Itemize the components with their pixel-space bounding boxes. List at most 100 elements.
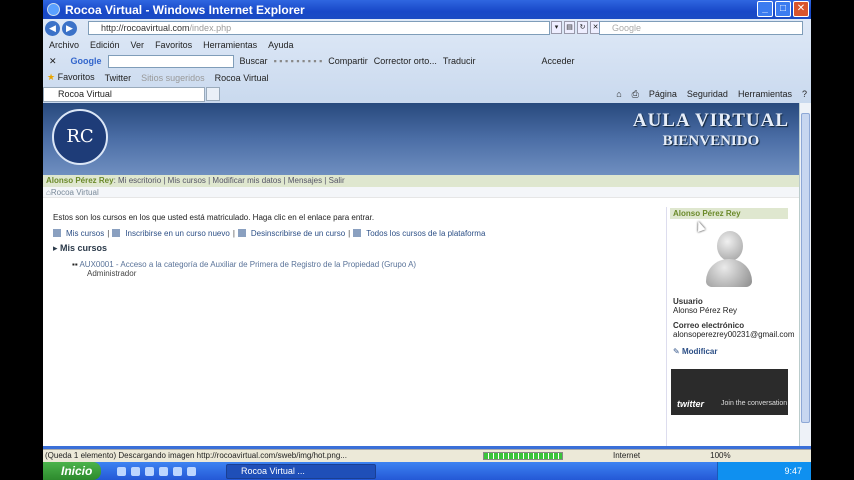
tab-rocoa-virtual[interactable]: Rocoa Virtual (43, 86, 205, 102)
menu-herramientas[interactable]: Herramientas (203, 38, 257, 52)
address-input[interactable]: http://rocoavirtual.com/index.php (88, 21, 550, 35)
course-links: Mis cursos | Inscribirse en un curso nuev… (53, 229, 485, 238)
link-mis-cursos[interactable]: Mis cursos (66, 229, 104, 238)
course-link[interactable]: AUX0001 - Acceso a la categoría de Auxil… (79, 260, 416, 269)
page-content: RC AULA VIRTUAL BIENVENIDO Alonso Pérez … (43, 103, 799, 446)
menu-archivo[interactable]: Archivo (49, 38, 79, 52)
right-margin (811, 0, 854, 480)
site-banner: RC AULA VIRTUAL BIENVENIDO (43, 103, 799, 175)
quick-launch-icon[interactable] (159, 466, 168, 476)
print-icon[interactable]: ⎙ (632, 86, 639, 102)
profile-block: Alonso Pérez Rey Usuario Alonso Pérez Re… (670, 208, 795, 356)
zoom-level[interactable]: 100% (710, 450, 730, 462)
start-button[interactable]: Inicio (43, 462, 101, 480)
cmd-herramientas[interactable]: Herramientas (738, 86, 792, 102)
user-label: Usuario (673, 297, 703, 306)
google-acceder-button[interactable]: Acceder (542, 56, 575, 66)
forward-button[interactable]: ▶ (62, 20, 77, 36)
breadcrumb-link[interactable]: Rocoa Virtual (51, 188, 99, 197)
browser-chrome: ◀ ▶ http://rocoavirtual.com/index.php ▾ … (43, 19, 811, 103)
banner-title: AULA VIRTUAL BIENVENIDO (633, 111, 789, 151)
window-titlebar: Rocoa Virtual - Windows Internet Explore… (43, 0, 811, 19)
taskbar-item-rocoa[interactable]: Rocoa Virtual ... (226, 463, 376, 479)
url-host: http://rocoavirtual.com (101, 23, 190, 33)
google-logo: Google (70, 56, 102, 66)
google-search-input[interactable] (107, 54, 234, 68)
home-icon[interactable]: ⌂ (616, 86, 621, 102)
close-toolbar-icon[interactable]: ✕ (49, 56, 57, 67)
quick-launch-icon[interactable] (187, 466, 196, 476)
site-logo: RC (52, 109, 108, 165)
email-value: alonsoperezrey00231@gmail.com (673, 330, 795, 339)
link-desinscribirse[interactable]: Desinscribirse de un curso (251, 229, 345, 238)
section-title: Mis cursos (60, 243, 108, 253)
menu-bar: Archivo Edición Ver Favoritos Herramient… (43, 38, 811, 52)
back-button[interactable]: ◀ (45, 20, 60, 36)
twitter-widget[interactable]: twitter Join the conversation (671, 369, 788, 415)
minimize-button[interactable]: _ (757, 1, 773, 17)
quick-launch-icon[interactable] (131, 466, 140, 476)
all-courses-icon (353, 229, 362, 237)
favoritos-button[interactable]: ★ Favoritos (47, 72, 95, 83)
dropdown-icon[interactable]: ▾ (551, 21, 562, 34)
cmd-seguridad[interactable]: Seguridad (687, 86, 728, 102)
close-button[interactable]: ✕ (793, 1, 809, 17)
compat-icon[interactable]: ▤ (564, 21, 575, 34)
menu-ver[interactable]: Ver (131, 38, 145, 52)
user-nav-links[interactable]: : Mi escritorio | Mis cursos | Modificar… (114, 176, 345, 185)
triangle-icon: ▸ (53, 243, 61, 253)
quick-launch (117, 466, 196, 476)
link-todos-cursos[interactable]: Todos los cursos de la plataforma (366, 229, 485, 238)
help-icon[interactable]: ? (802, 86, 807, 102)
avatar-head-icon (717, 231, 743, 261)
quick-launch-icon[interactable] (117, 466, 126, 476)
menu-ayuda[interactable]: Ayuda (268, 38, 293, 52)
avatar-body-icon (706, 259, 752, 287)
course-role: Administrador (87, 269, 137, 278)
maximize-button[interactable]: □ (775, 1, 791, 17)
scrollbar-thumb[interactable] (801, 113, 810, 423)
refresh-icon[interactable]: ↻ (577, 21, 588, 34)
link-inscribirse[interactable]: Inscribirse en un curso nuevo (125, 229, 230, 238)
modify-link[interactable]: ✎ Modificar (670, 347, 788, 356)
google-corrector-button[interactable]: Corrector orto... (374, 56, 437, 66)
address-row: ◀ ▶ http://rocoavirtual.com/index.php ▾ … (43, 19, 811, 37)
fav-twitter-link[interactable]: Twitter (105, 73, 132, 83)
vertical-scrollbar[interactable] (799, 103, 811, 446)
profile-fields: Usuario Alonso Pérez Rey Correo electrón… (670, 297, 795, 339)
user-value: Alonso Pérez Rey (673, 306, 738, 315)
menu-edicion[interactable]: Edición (90, 38, 120, 52)
new-tab-button[interactable] (206, 87, 220, 101)
google-compartir-button[interactable]: Compartir (328, 56, 368, 66)
search-input[interactable]: Google (599, 21, 803, 35)
courses-icon (53, 229, 61, 237)
progress-bar (483, 452, 563, 460)
intro-text: Estos son los cursos en los que usted es… (53, 213, 375, 222)
user-name[interactable]: Alonso Pérez Rey (46, 176, 114, 185)
enroll-icon (112, 229, 121, 237)
section-heading[interactable]: ▸ Mis cursos (53, 243, 107, 254)
taskbar: Inicio Rocoa Virtual ... 9:47 (43, 462, 811, 480)
fav-rocoa-link[interactable]: Rocoa Virtual (215, 73, 269, 83)
cmd-pagina[interactable]: Página (649, 86, 677, 102)
course-item: ▪▪ AUX0001 - Acceso a la categoría de Au… (72, 260, 416, 278)
menu-favoritos[interactable]: Favoritos (155, 38, 192, 52)
window-title: Rocoa Virtual - Windows Internet Explore… (65, 2, 305, 17)
screen: Rocoa Virtual - Windows Internet Explore… (0, 0, 854, 480)
favoritos-label: Favoritos (57, 72, 95, 82)
modify-label: Modificar (681, 347, 718, 356)
ie-icon (47, 3, 60, 16)
fav-sugeridos-link[interactable]: Sitios sugeridos (141, 73, 205, 83)
quick-launch-icon[interactable] (173, 466, 182, 476)
quick-launch-icon[interactable] (145, 466, 154, 476)
unenroll-icon (237, 229, 246, 237)
google-traducir-button[interactable]: Traducir (443, 56, 476, 66)
url-path: /index.php (189, 23, 232, 33)
status-bar: (Queda 1 elemento) Descargando imagen ht… (43, 449, 811, 462)
address-buttons: ▾ ▤ ↻ ✕ (551, 21, 601, 34)
google-buscar-button[interactable]: Buscar (240, 56, 268, 66)
banner-title-2: BIENVENIDO (662, 133, 760, 149)
profile-header: Alonso Pérez Rey (670, 208, 788, 219)
sidebar-divider (666, 207, 667, 446)
left-margin (0, 0, 43, 480)
